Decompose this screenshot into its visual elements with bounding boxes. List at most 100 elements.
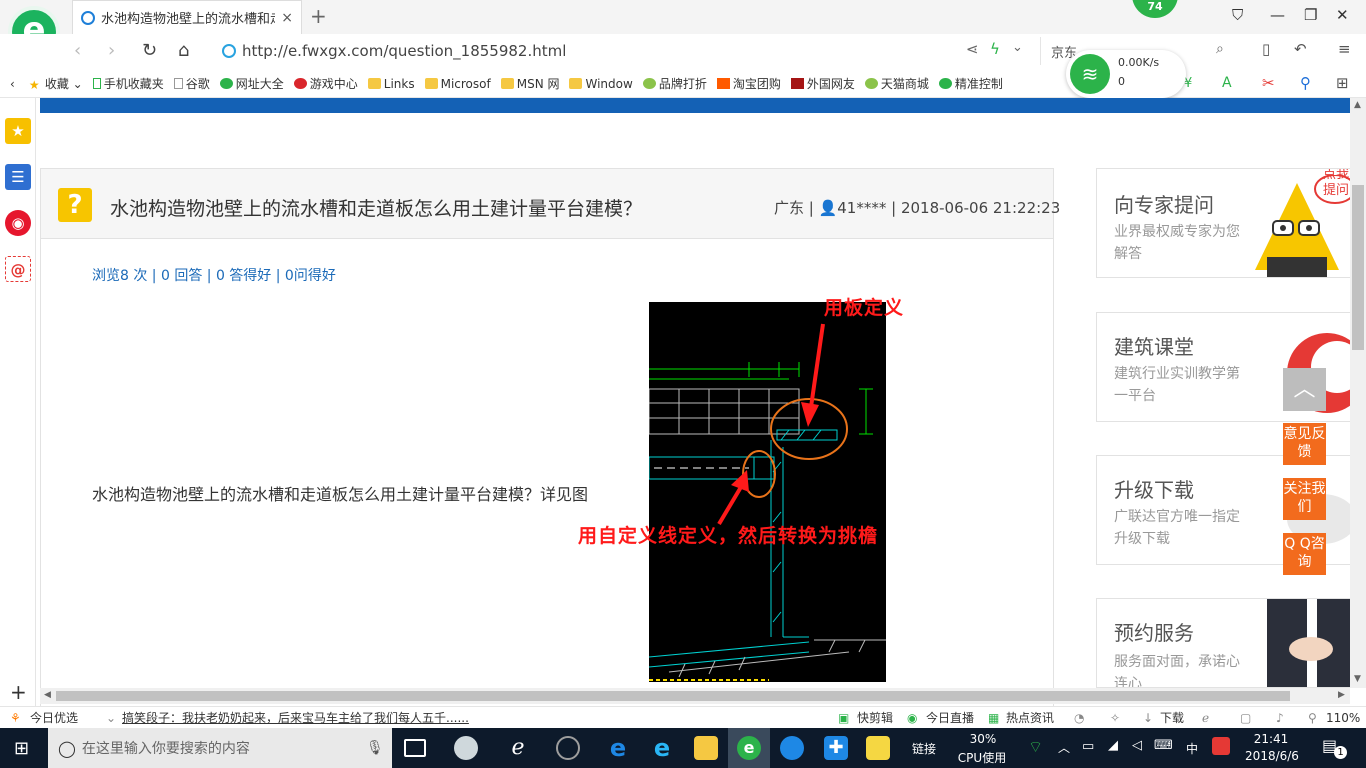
tray-expand-icon[interactable]: ︿ <box>1058 739 1070 756</box>
scroll-left-arrow-icon[interactable]: ◀ <box>44 690 51 700</box>
taskbar-search[interactable]: ◯ 在这里输入你要搜索的内容 🎙 <box>48 728 392 768</box>
minimize-icon[interactable]: — <box>1270 6 1285 24</box>
forward-icon[interactable]: › <box>108 40 115 61</box>
network-icon[interactable]: ◢ <box>1108 738 1118 753</box>
clock-date[interactable]: 2018/6/6 <box>1244 749 1300 763</box>
zoom-level[interactable]: 110% <box>1326 711 1360 725</box>
g-app-icon[interactable] <box>780 736 804 760</box>
edge-icon[interactable]: e <box>606 736 630 760</box>
speed-icon[interactable]: ◔ <box>1074 711 1084 725</box>
bookmark-brand[interactable]: 品牌打折 <box>642 75 707 92</box>
back-icon[interactable]: ‹ <box>74 40 81 61</box>
flash-icon[interactable]: ϟ <box>990 40 1000 58</box>
task-view-icon[interactable] <box>404 739 426 757</box>
bookmark-sites[interactable]: 网址大全 <box>219 75 284 92</box>
magnifier-icon[interactable]: ⚲ <box>1300 74 1311 92</box>
keyboard-icon[interactable]: ⌨ <box>1154 738 1173 753</box>
battery-icon[interactable]: ▭ <box>1082 739 1094 754</box>
email-icon[interactable]: @ <box>5 256 31 282</box>
bookmarks-collapse-icon[interactable]: ‹ <box>10 77 15 91</box>
scissors-icon[interactable]: ✂ <box>1262 74 1275 92</box>
appointment-card[interactable]: 预约服务 服务面对面，承诺心连心 <box>1096 598 1354 688</box>
vertical-scroll-thumb[interactable] <box>1352 185 1364 350</box>
chevron-down-icon[interactable]: ⌄ <box>1012 40 1023 55</box>
bookmark-windows[interactable]: Window <box>569 77 633 91</box>
scroll-right-arrow-icon[interactable]: ▶ <box>1338 690 1345 700</box>
ask-expert-card[interactable]: 向专家提问 业界最权威专家为您解答 点我提问 <box>1096 168 1354 278</box>
phone-icon[interactable]: ▯ <box>1262 40 1270 58</box>
add-sidebar-icon[interactable]: + <box>10 680 27 704</box>
feedback-button[interactable]: 意见反馈 <box>1283 423 1326 465</box>
ie-mode-icon[interactable]: ℯ <box>1202 711 1209 725</box>
file-explorer-icon[interactable] <box>694 736 718 760</box>
swirl-app-icon[interactable] <box>556 736 580 760</box>
kuaijian-icon: ▣ <box>838 710 850 725</box>
score-badge[interactable]: 74 <box>1132 0 1178 18</box>
ime-indicator[interactable]: 中 <box>1186 740 1198 757</box>
bookmark-google[interactable]: 谷歌 <box>173 75 210 92</box>
sogou-icon[interactable] <box>1212 737 1230 755</box>
bookmark-mobile[interactable]: 手机收藏夹 <box>92 75 164 92</box>
bookmark-links[interactable]: Links <box>367 77 415 91</box>
bookmark-taobao[interactable]: 淘宝团购 <box>716 75 781 92</box>
taskbar-link[interactable]: 链接 <box>912 740 936 757</box>
favorites-star-icon[interactable]: ★ <box>5 118 31 144</box>
qq-consult-button[interactable]: Q Q咨询 <box>1283 533 1326 575</box>
windows-start-icon[interactable]: ⊞ <box>14 738 29 759</box>
speaker-icon[interactable]: ◁ <box>1132 738 1142 753</box>
scroll-down-arrow-icon[interactable]: ▼ <box>1354 674 1361 684</box>
bookmark-favorites[interactable]: ★ 收藏 ⌄ <box>29 75 83 93</box>
plus-app-icon[interactable]: ✚ <box>824 736 848 760</box>
restore-icon[interactable]: ❐ <box>1304 6 1317 24</box>
hot-news-label[interactable]: 热点资讯 <box>1006 709 1054 726</box>
new-tab-button[interactable]: + <box>310 4 327 28</box>
search-icon[interactable]: ⌕ <box>1216 41 1224 57</box>
pin-icon[interactable]: ✧ <box>1110 711 1120 725</box>
notes-app-icon[interactable] <box>866 736 890 760</box>
bookmark-microsoft[interactable]: Microsof <box>424 77 491 91</box>
bookmark-foreign[interactable]: 外国网友 <box>790 75 855 92</box>
chevron-down-icon[interactable]: ⌄ <box>106 711 116 725</box>
bookmark-games[interactable]: 游戏中心 <box>293 75 358 92</box>
news-ticker[interactable]: 搞笑段子：我扶老奶奶起来，后来宝马车主给了我们每人五千...... <box>122 709 469 726</box>
cad-drawing-image <box>649 302 886 682</box>
apps-grid-icon[interactable]: ⊞ <box>1336 74 1349 92</box>
volume-icon[interactable]: ♪ <box>1276 711 1284 725</box>
e-browser-icon[interactable]: ℯ <box>506 736 530 760</box>
360-browser-icon[interactable]: e <box>737 736 761 760</box>
back-to-top-icon[interactable]: ︿ <box>1283 368 1326 411</box>
bookmark-control[interactable]: 精准控制 <box>938 75 1003 92</box>
follow-us-button[interactable]: 关注我们 <box>1283 478 1326 520</box>
zoom-icon[interactable]: ⚲ <box>1308 711 1317 725</box>
window-icon[interactable]: ▢ <box>1240 711 1251 725</box>
download-label[interactable]: 下载 <box>1160 709 1184 726</box>
horizontal-scroll-thumb[interactable] <box>56 691 1290 701</box>
wifi-tray-icon[interactable]: ⌔ <box>1028 737 1043 757</box>
translate-icon[interactable]: A <box>1222 75 1232 91</box>
fan-app-icon[interactable] <box>454 736 478 760</box>
shirt-icon[interactable]: ⛉ <box>1232 6 1243 24</box>
undo-icon[interactable]: ↶ <box>1294 40 1307 58</box>
menu-icon[interactable]: ≡ <box>1338 40 1351 58</box>
close-window-icon[interactable]: ✕ <box>1336 6 1349 24</box>
today-pick-label[interactable]: 今日优选 <box>30 709 78 726</box>
scroll-up-arrow-icon[interactable]: ▲ <box>1354 100 1361 110</box>
clock-time[interactable]: 21:41 <box>1246 732 1296 746</box>
live-label[interactable]: 今日直播 <box>926 709 974 726</box>
microphone-icon[interactable]: 🎙 <box>366 740 384 756</box>
net-speed: 0.00K/s <box>1118 56 1160 69</box>
reload-icon[interactable]: ↻ <box>142 40 157 61</box>
ie-icon[interactable]: e <box>650 736 674 760</box>
close-tab-icon[interactable]: × <box>281 10 293 26</box>
weibo-icon[interactable]: ◉ <box>5 210 31 236</box>
share-icon[interactable]: ⋖ <box>966 40 979 58</box>
kuaijian-label[interactable]: 快剪辑 <box>857 709 893 726</box>
url-field[interactable]: http://e.fwxgx.com/question_1855982.html <box>222 37 1042 65</box>
bookmark-tmall[interactable]: 天猫商城 <box>864 75 929 92</box>
network-widget[interactable]: ≋ 0.00K/s 0 <box>1066 50 1186 98</box>
bookmark-msn[interactable]: MSN 网 <box>500 75 559 92</box>
tab-active[interactable]: 水池构造物池壁上的流水槽和走道 × <box>72 0 302 34</box>
question-stats[interactable]: 浏览8 次 | 0 回答 | 0 答得好 | 0问得好 <box>92 265 336 285</box>
home-icon[interactable]: ⌂ <box>178 40 189 61</box>
reader-icon[interactable]: ☰ <box>5 164 31 190</box>
